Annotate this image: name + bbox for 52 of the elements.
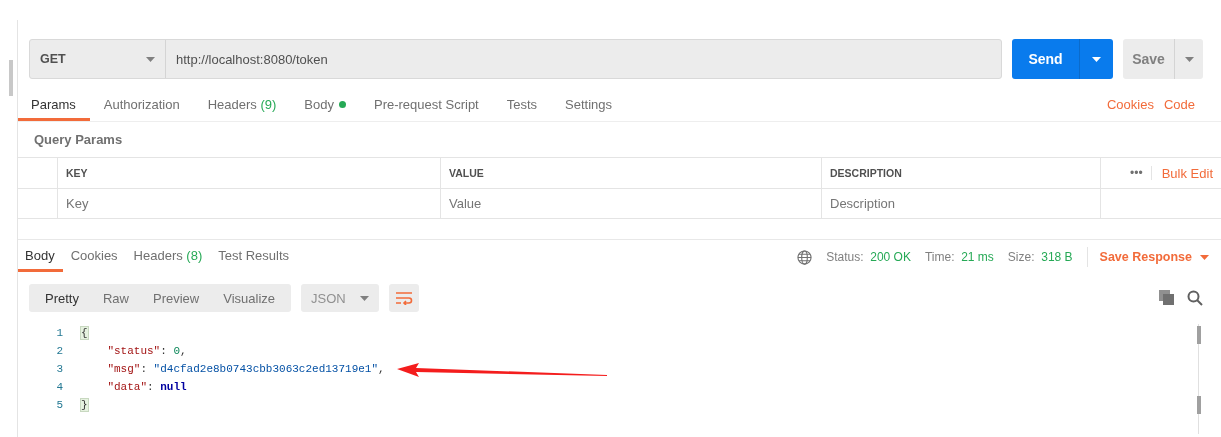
tab[interactable]: Cookies: [62, 242, 126, 272]
scrollbar-thumb[interactable]: [1197, 396, 1201, 414]
url-field[interactable]: http://localhost:8080/token: [166, 40, 338, 78]
link[interactable]: Cookies: [1106, 96, 1154, 112]
status-text: Status: 200 OK: [826, 250, 911, 264]
param-field[interactable]: Description: [830, 196, 1092, 211]
method-dropdown[interactable]: GET: [30, 40, 166, 78]
caret-icon: [1184, 56, 1194, 62]
line-number: 1: [55, 327, 64, 339]
globe-icon: [797, 249, 813, 265]
tab[interactable]: Authorization: [89, 91, 194, 121]
line-number: 2: [55, 345, 64, 357]
code-line: "data": null: [106, 381, 187, 393]
view-mode-tab[interactable]: Raw: [90, 284, 141, 312]
param-field[interactable]: Value: [449, 196, 813, 211]
code-line: "status": 0,: [106, 345, 187, 357]
view-mode-tab[interactable]: Preview: [141, 284, 212, 312]
scrollbar-thumb[interactable]: [1197, 326, 1201, 344]
tab[interactable]: Pre-request Script: [359, 91, 493, 121]
tab[interactable]: Settings: [551, 91, 627, 121]
code-line: "msg": "d4cfad2e8b0743cbb3063c2ed13719e1",: [106, 363, 385, 375]
caret-icon: [359, 295, 369, 301]
view-mode-tab[interactable]: Pretty: [33, 284, 91, 312]
tab[interactable]: Headers (9): [193, 91, 291, 121]
line-number: 4: [55, 381, 64, 393]
line-number: 3: [55, 363, 64, 375]
status-text: Size: 318 B: [1007, 250, 1073, 264]
scrollbar-thumb[interactable]: [9, 60, 13, 96]
column-header: KEY: [57, 158, 440, 188]
more-button[interactable]: •••: [1130, 166, 1152, 180]
search-icon: [1187, 290, 1203, 306]
link[interactable]: Code: [1163, 96, 1195, 112]
section-title: Query Params: [33, 131, 124, 149]
copy-icon: [1159, 290, 1175, 306]
save-response-button[interactable]: Save Response: [1086, 247, 1209, 267]
bulk-edit-link[interactable]: Bulk Edit: [1161, 165, 1213, 181]
format-dropdown[interactable]: JSON: [301, 284, 379, 312]
line-number: 5: [55, 399, 64, 411]
param-field[interactable]: Key: [66, 196, 432, 211]
caret-icon: [146, 56, 155, 62]
caret-icon: [1092, 56, 1101, 62]
caret-icon: [1200, 254, 1209, 260]
tab[interactable]: Headers (8): [125, 242, 211, 272]
tab[interactable]: Tests: [492, 91, 552, 121]
view-mode-tab[interactable]: Visualize: [211, 284, 288, 312]
wrap-lines-icon: [394, 291, 413, 305]
status-text: Time: 21 ms: [924, 250, 994, 264]
column-header: DESCRIPTION: [821, 158, 1100, 188]
column-header: VALUE: [440, 158, 821, 188]
tab[interactable]: Test Results: [210, 242, 298, 272]
tab[interactable]: Body: [290, 91, 360, 121]
wrap-button[interactable]: [388, 284, 419, 312]
